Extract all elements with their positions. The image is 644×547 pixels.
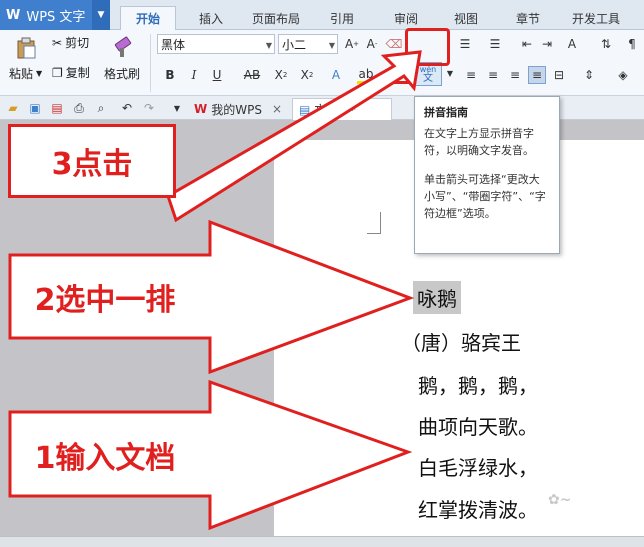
step-2-label: 2选中一排 xyxy=(34,283,176,318)
step-3-label: 3点击 xyxy=(51,147,133,182)
watermark-logo-icon: ✿~ xyxy=(548,492,572,508)
step-1-label: 1输入文档 xyxy=(34,441,176,476)
screenshot-root: W WPS 文字 ▼ 开始 插入 页面布局 引用 审阅 视图 章节 开发工具 粘… xyxy=(0,0,644,547)
step-3-box: 3点击 xyxy=(8,124,176,198)
step-2-box: 2选中一排 xyxy=(10,260,200,334)
arrow-shape xyxy=(166,50,422,223)
step-1-box: 1输入文档 xyxy=(10,418,200,492)
